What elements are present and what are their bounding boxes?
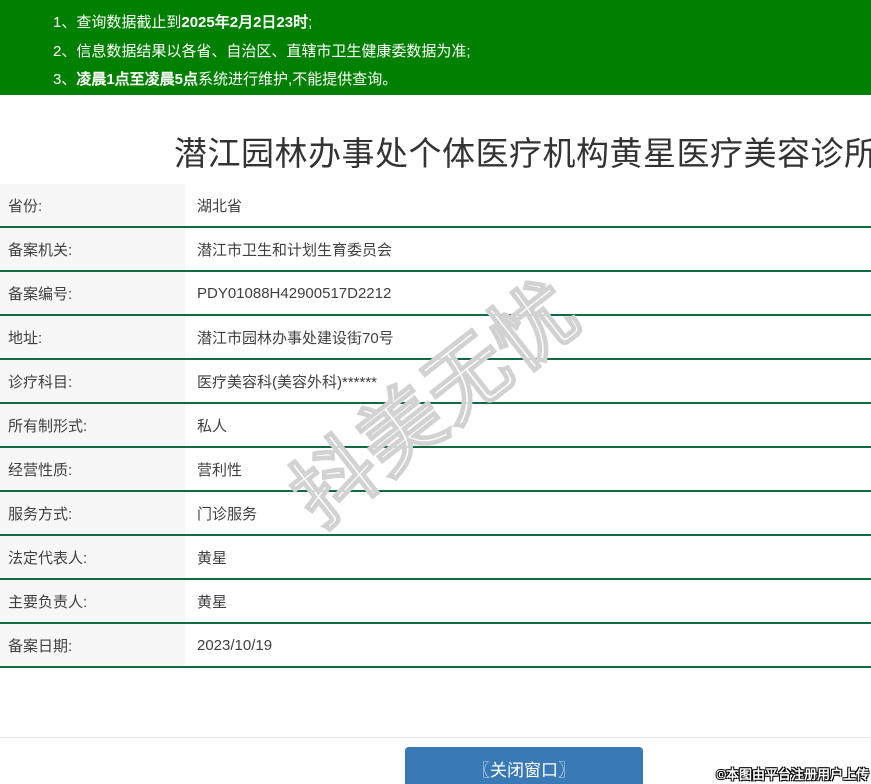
table-row-service-mode: 服务方式: 门诊服务	[0, 492, 871, 536]
table-row-address: 地址: 潜江市园林办事处建设街70号	[0, 316, 871, 360]
close-window-button[interactable]: 〖关闭窗口〗	[405, 747, 643, 784]
notice-number: 1、	[53, 14, 77, 31]
notice-text: 信息数据结果以各省、自治区、直辖市卫生健康委数据为准;	[76, 42, 471, 60]
notice-text: 查询数据截止到	[76, 14, 182, 31]
row-value: 医疗美容科(美容外科)******	[197, 373, 378, 391]
row-value: 黄星	[197, 593, 228, 611]
copyright-label: ©本图由平台注册用户上传	[716, 767, 869, 782]
row-value: 2023/10/19	[197, 636, 273, 654]
notice-bar: 1、查询数据截止到2025年2月2日23时; 2、信息数据结果以各省、自治区、直…	[0, 0, 871, 95]
table-row-business-nature: 经营性质: 营利性	[0, 448, 871, 492]
row-value: 潜江市卫生和计划生育委员会	[197, 241, 393, 259]
page-title: 潜江园林办事处个体医疗机构黄星医疗美容诊所	[174, 135, 871, 172]
table-row-medical-subjects: 诊疗科目: 医疗美容科(美容外科)******	[0, 360, 871, 404]
notice-text-bold: 2025年2月2日23时	[181, 14, 309, 31]
row-label: 备案机关:	[0, 228, 185, 270]
table-row-ownership: 所有制形式: 私人	[0, 404, 871, 448]
row-value: 湖北省	[197, 197, 243, 215]
notice-text-bold: 凌晨1点至凌晨5点	[76, 71, 199, 88]
row-value: 私人	[197, 417, 228, 435]
row-value: 营利性	[197, 461, 243, 479]
notice-line-2: 2、信息数据结果以各省、自治区、直辖市卫生健康委数据为准;	[53, 38, 871, 67]
notice-line-1: 1、查询数据截止到2025年2月2日23时;	[53, 9, 871, 38]
notice-number: 2、	[53, 42, 77, 60]
notice-line-3: 3、凌晨1点至凌晨5点系统进行维护,不能提供查询。	[53, 66, 871, 95]
row-label: 经营性质:	[0, 448, 185, 490]
notice-number: 3、	[53, 71, 77, 88]
row-label: 省份:	[0, 184, 185, 226]
row-label: 备案日期:	[0, 624, 185, 666]
institution-details-table: 省份: 湖北省 备案机关: 潜江市卫生和计划生育委员会 备案编号: PDY010…	[0, 184, 871, 668]
notice-text: 系统进行维护,不能提供查询。	[198, 71, 398, 88]
row-label: 诊疗科目:	[0, 360, 185, 402]
table-row-legal-representative: 法定代表人: 黄星	[0, 536, 871, 580]
table-row-filing-date: 备案日期: 2023/10/19	[0, 624, 871, 668]
row-label: 所有制形式:	[0, 404, 185, 446]
table-row-filing-number: 备案编号: PDY01088H42900517D2212	[0, 272, 871, 316]
footer-divider	[0, 737, 871, 738]
row-value: PDY01088H42900517D2212	[197, 284, 392, 302]
table-row-filing-authority: 备案机关: 潜江市卫生和计划生育委员会	[0, 228, 871, 272]
row-value: 门诊服务	[197, 505, 258, 523]
row-label: 法定代表人:	[0, 536, 185, 578]
table-row-province: 省份: 湖北省	[0, 184, 871, 228]
row-value: 潜江市园林办事处建设街70号	[197, 329, 394, 347]
row-label: 主要负责人:	[0, 580, 185, 622]
table-row-principal: 主要负责人: 黄星	[0, 580, 871, 624]
row-label: 地址:	[0, 316, 185, 358]
row-label: 备案编号:	[0, 272, 185, 314]
row-value: 黄星	[197, 549, 228, 567]
row-label: 服务方式:	[0, 492, 185, 534]
notice-text: ;	[308, 14, 313, 31]
